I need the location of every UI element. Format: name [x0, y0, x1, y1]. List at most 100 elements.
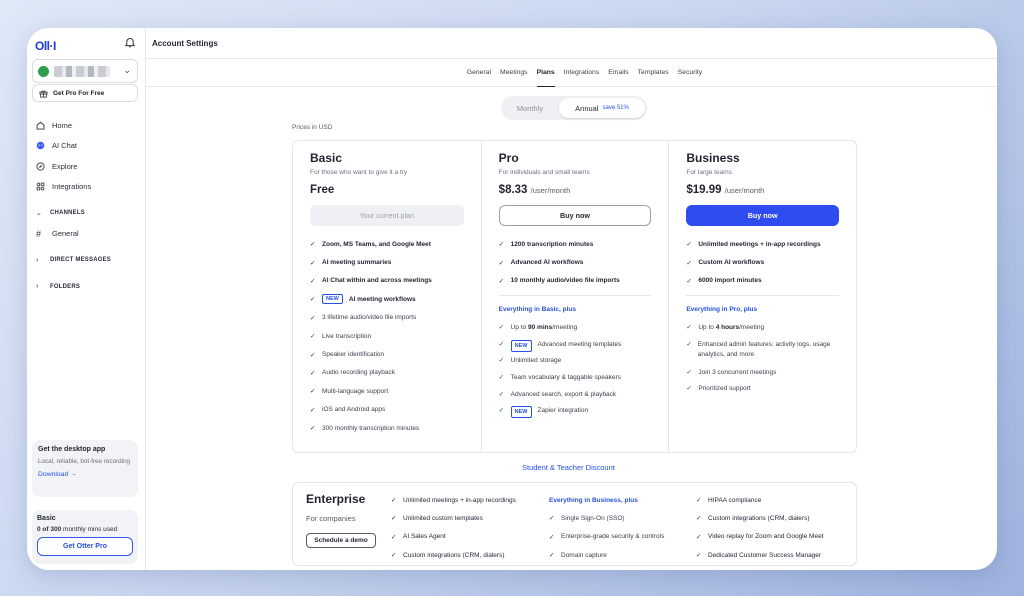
feature-item: ✓ Enterprise-grade security & controls [549, 528, 699, 546]
feature-item: ✓ 6000 import minutes [686, 272, 839, 290]
tab-general[interactable]: General [467, 59, 491, 87]
feature-label: Advanced search, export & playback [510, 390, 617, 398]
otter-logo[interactable]: Oll·I [35, 39, 56, 53]
price-amount: $8.33 [498, 184, 528, 196]
check-icon: ✓ [310, 351, 316, 359]
feature-label: HIPAA compliance [708, 496, 762, 504]
feature-list: ✓ 1200 transcription minutes ✓ Advanced AI… [498, 235, 652, 423]
feature-label: 300 monthly transcription minutes [322, 424, 420, 432]
check-icon: ✓ [391, 533, 397, 541]
tab-plans[interactable]: Plans [536, 59, 555, 87]
desktop-app-card: Get the desktop app Local, reliable, bot… [32, 440, 138, 497]
bell-icon[interactable] [124, 37, 136, 49]
settings-tabs: General Meetings Plans Integrations Emai… [146, 59, 997, 87]
workspace-selector[interactable]: ⌄ [32, 59, 138, 83]
feature-label: Join 3 concurrent meetings [698, 368, 777, 376]
monthly-option[interactable]: Monthly [503, 98, 557, 118]
feature-label: Multi-language support [322, 387, 389, 395]
compass-icon [36, 162, 45, 171]
check-icon: ✓ [696, 533, 702, 541]
direct-messages-label: DIRECT MESSAGES [50, 257, 112, 264]
check-icon: ✓ [310, 259, 316, 267]
feature-item: ✓ Advanced AI workflows [499, 253, 652, 271]
get-otter-pro-button[interactable]: Get Otter Pro [37, 537, 133, 556]
check-icon: ✓ [549, 515, 555, 523]
tab-emails[interactable]: Emails [608, 59, 628, 87]
feature-list: ✓ Zoom, MS Teams, and Google Meet ✓ AI mee… [310, 235, 464, 437]
schedule-demo-button[interactable]: Schedule a demo [306, 533, 376, 548]
feature-label: Enterprise-grade security & controls [561, 533, 665, 541]
feature-label: Domain capture [561, 551, 607, 559]
feature-label: Team vocabulary & taggable speakers [510, 373, 621, 381]
check-icon: ✓ [498, 390, 505, 398]
feature-item: ✓ 3 lifetime audio/video file imports [310, 309, 464, 327]
check-icon: ✓ [310, 406, 316, 414]
feature-item: ✓ Unlimited meetings + in-app recordings [391, 491, 541, 509]
channels-section-toggle[interactable]: ⌄ CHANNELS [36, 203, 140, 224]
plan-subtitle: For those who want to give it a try [310, 169, 408, 176]
check-icon: ✓ [310, 241, 316, 249]
sidebar-item-home[interactable]: Home [36, 115, 140, 136]
feature-text: /meeting [552, 324, 578, 332]
tab-integrations[interactable]: Integrations [564, 59, 600, 87]
check-icon: ✓ [310, 333, 316, 341]
tab-meetings[interactable]: Meetings [500, 59, 528, 87]
plan-usage-card: Basic 0 of 300 monthly mins used Get Ott… [32, 510, 138, 564]
channel-general[interactable]: # General [36, 224, 140, 245]
usage-text: 0 of 300 monthly mins used [37, 526, 133, 533]
feature-item: ✓ Unlimited storage [499, 356, 652, 373]
feature-highlight: 4 hours [715, 324, 740, 332]
student-discount-link[interactable]: Student & Teacher Discount [522, 463, 615, 472]
feature-label: Unlimited custom templates [403, 514, 483, 522]
feature-item: ✓ AI meeting summaries [310, 253, 464, 271]
tab-security[interactable]: Security [678, 59, 703, 87]
feature-label: Prioritized support [698, 385, 751, 393]
plan-name: Basic [310, 151, 343, 165]
tab-templates[interactable]: Templates [638, 59, 669, 87]
folders-section-toggle[interactable]: › FOLDERS [36, 277, 140, 298]
check-icon: ✓ [310, 296, 316, 304]
check-icon: ✓ [498, 277, 505, 285]
chevron-down-icon: ⌄ [123, 65, 131, 75]
buy-business-button[interactable]: Buy now [686, 205, 840, 226]
price-unit: /user/month [724, 186, 765, 195]
buy-pro-button[interactable]: Buy now [498, 205, 652, 226]
check-icon: ✓ [498, 241, 505, 249]
download-link[interactable]: Download → [38, 471, 132, 478]
sidebar-item-integrations[interactable]: Integrations [36, 177, 140, 198]
desktop-app-subtitle: Local, reliable, bot-free recording [38, 458, 131, 465]
feature-item: ✓ NEW Zapier integration [499, 406, 652, 423]
check-icon: ✓ [391, 515, 397, 523]
price-amount: $19.99 [686, 184, 722, 196]
direct-messages-section-toggle[interactable]: › DIRECT MESSAGES [36, 250, 140, 271]
get-pro-button[interactable]: Get Pro For Free [32, 84, 138, 102]
check-icon: ✓ [498, 259, 505, 267]
feature-label: Unlimited storage [510, 357, 562, 365]
feature-item: ✓ Advanced search, export & playback [499, 390, 652, 407]
desktop-app-title: Get the desktop app [38, 446, 106, 453]
check-icon: ✓ [549, 533, 555, 541]
feature-label: Zapier integration [537, 407, 589, 415]
app-window: Oll·I ⌄ Get Pro For Free Home AI Chat Ex… [27, 28, 997, 570]
feature-item: ✓ Custom AI workflows [686, 253, 839, 271]
feature-label: Advanced AI workflows [510, 259, 584, 267]
annual-label: Annual [575, 103, 599, 113]
chevron-right-icon: › [36, 256, 39, 264]
annual-option[interactable]: Annual save 51% [559, 98, 645, 118]
plan-business: Business For large teams $19.99 /user/mo… [668, 141, 856, 452]
enterprise-features-col2: Everything in Business, plus ✓ Single Sig… [549, 491, 699, 564]
plus-heading: Everything in Basic, plus [498, 306, 576, 314]
sidebar-item-explore[interactable]: Explore [36, 156, 140, 177]
plan-subtitle: For individuals and small teams [498, 169, 590, 176]
new-badge: NEW [510, 339, 532, 353]
check-icon: ✓ [686, 324, 692, 332]
feature-item: ✓ Custom integrations (CRM, dialers) [696, 509, 856, 527]
check-icon: ✓ [310, 314, 316, 322]
home-icon [36, 121, 45, 130]
current-plan-name: Basic [37, 515, 56, 522]
feature-label: 1200 transcription minutes [510, 240, 594, 248]
prices-note: Prices in USD [292, 124, 333, 131]
sidebar-item-ai-chat[interactable]: AI Chat [36, 136, 140, 157]
feature-item: ✓ Custom integrations (CRM, dialers) [391, 546, 541, 564]
plus-heading: Everything in Pro, plus [686, 306, 758, 314]
